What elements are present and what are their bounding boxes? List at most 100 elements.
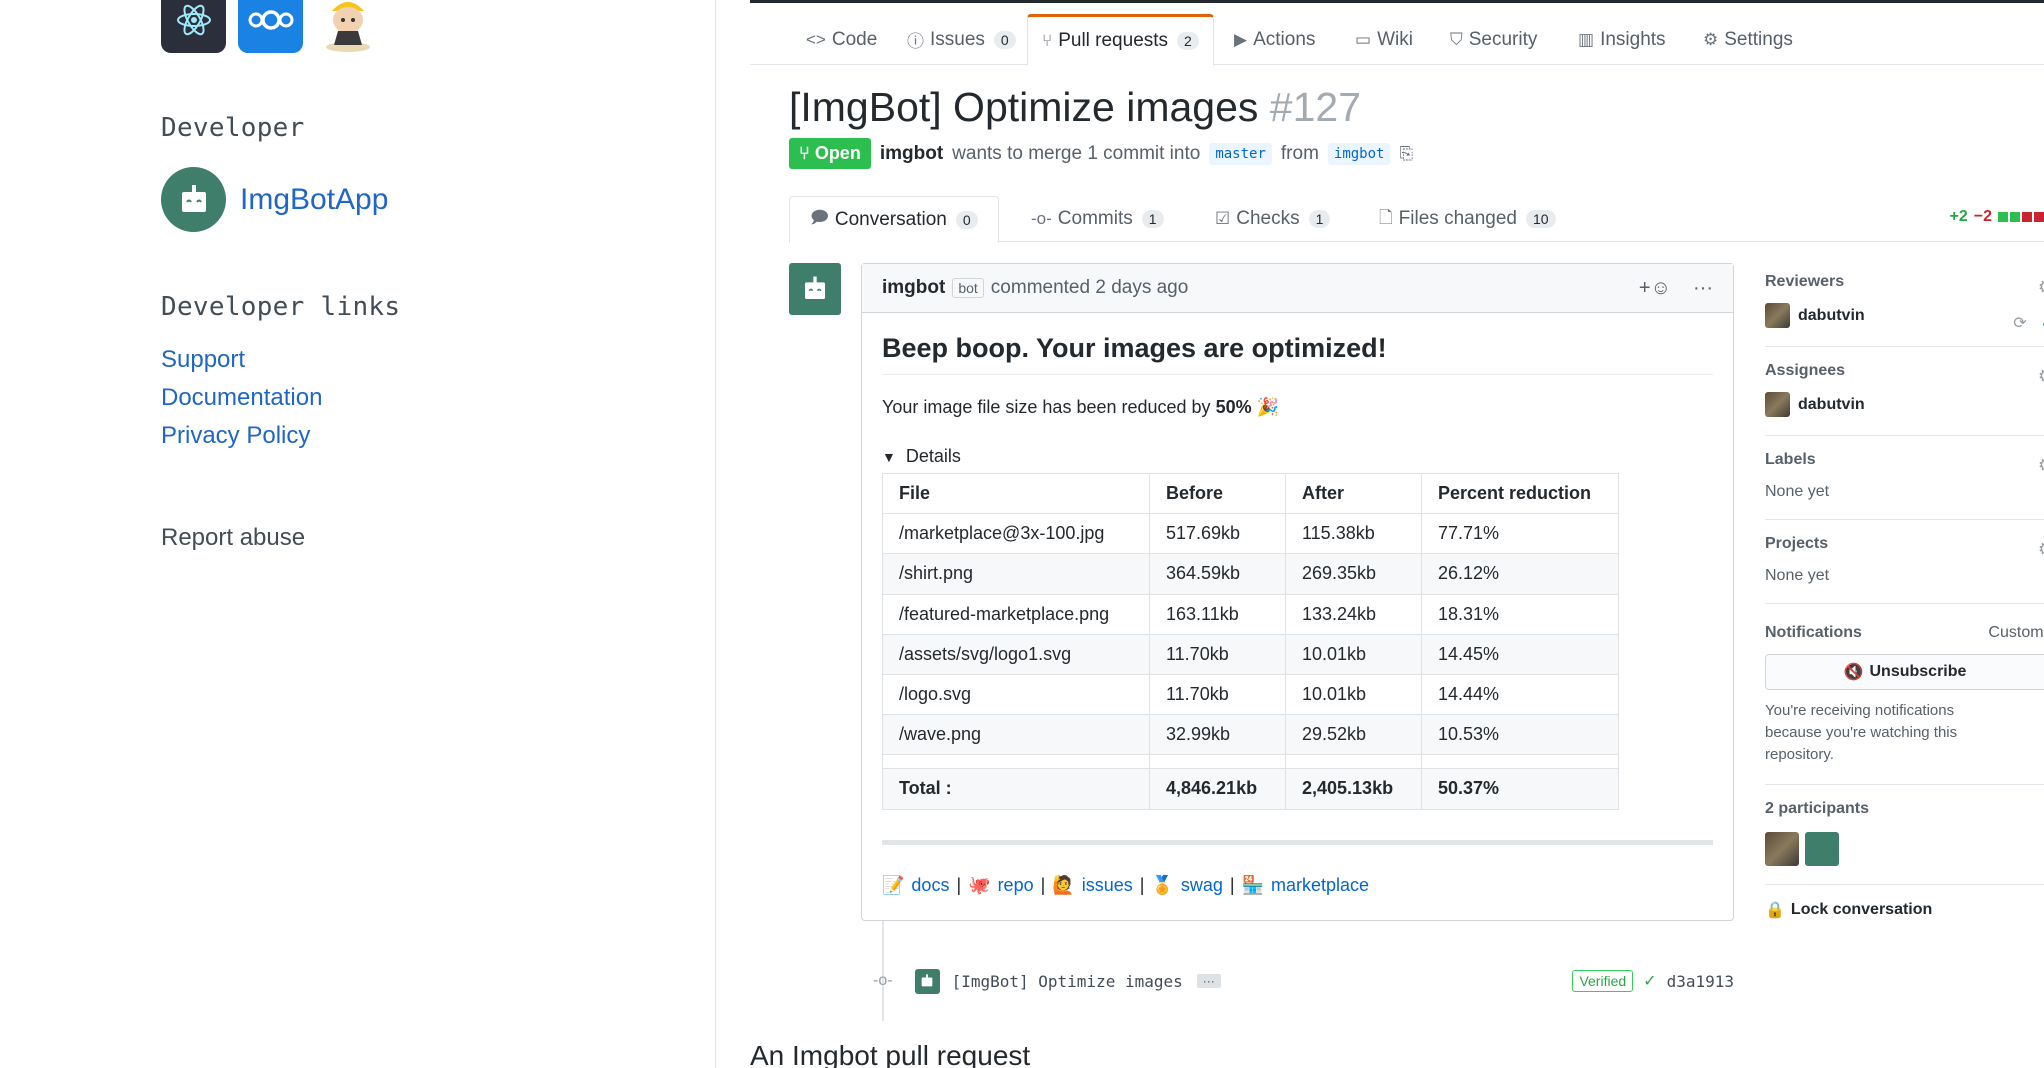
assignee[interactable]: dabutvin: [1765, 392, 2044, 417]
gear-icon: ⚙: [1703, 29, 1719, 49]
gear-icon[interactable]: ⚙: [2038, 366, 2044, 387]
bot-avatar[interactable]: [789, 263, 841, 315]
table-cell: /wave.png: [882, 714, 1150, 756]
table-cell: 163.11kb: [1149, 593, 1286, 635]
base-branch[interactable]: master: [1209, 142, 1272, 165]
tab-code[interactable]: <> Code: [806, 14, 877, 65]
tab-settings[interactable]: ⚙ Settings: [1703, 14, 1793, 65]
column-header: Percent reduction: [1421, 472, 1619, 515]
support-link[interactable]: Support: [161, 346, 245, 374]
labels-section: Labels ⚙ None yet: [1765, 451, 2044, 520]
gear-icon[interactable]: ⚙: [2038, 455, 2044, 476]
gear-icon[interactable]: ⚙: [2038, 539, 2044, 560]
bot-label: bot: [952, 278, 984, 298]
table-row: /featured-marketplace.png 163.11kb 133.24k…: [882, 593, 1619, 635]
pull-requests-count: 2: [1177, 32, 1199, 50]
swag-link[interactable]: swag: [1181, 875, 1223, 896]
marketplace-link[interactable]: marketplace: [1271, 875, 1369, 896]
checklist-icon: ☑: [1215, 209, 1231, 228]
gear-icon[interactable]: ⚙: [2038, 277, 2044, 298]
raising-hand-icon: 🙋: [1052, 874, 1075, 895]
developer-name-link[interactable]: ImgBotApp: [240, 183, 388, 217]
clipboard-icon[interactable]: ⎘: [1399, 144, 1413, 164]
tab-actions[interactable]: ▶ Actions: [1234, 14, 1315, 65]
table-cell: 50.37%: [1421, 768, 1619, 810]
diffstat-blocks: [1998, 212, 2044, 222]
developer-row[interactable]: ImgBotApp: [161, 167, 388, 232]
pr-author-link[interactable]: imgbot: [880, 143, 943, 165]
pr-title: [ImgBot] Optimize images #127: [789, 84, 1362, 130]
labels-value: None yet: [1765, 483, 1830, 500]
notifications-label: Notifications: [1765, 624, 1862, 641]
additions-count: +2: [1949, 208, 1968, 225]
table-row: /wave.png 32.99kb 29.52kb 10.53%: [882, 714, 1619, 756]
commit-message-link[interactable]: [ImgBot] Optimize images: [952, 972, 1183, 991]
table-cell: /assets/svg/logo1.svg: [882, 633, 1150, 675]
participant-avatar[interactable]: [1765, 832, 1799, 866]
from-text: from: [1280, 142, 1319, 164]
commit-sha-link[interactable]: d3a1913: [1667, 972, 1734, 991]
repo-link[interactable]: repo: [998, 875, 1034, 896]
docs-link[interactable]: docs: [911, 875, 949, 896]
comment-footer-links: 📝 docs | 🐙 repo | 🙋 issues | 🏅 swag | 🏪 …: [882, 874, 1370, 896]
octocat-app-icon[interactable]: [315, 0, 380, 53]
notification-note: You're receiving notifications because y…: [1765, 702, 1958, 763]
nextcloud-app-icon[interactable]: [238, 0, 303, 53]
unsubscribe-button[interactable]: 🔇 Unsubscribe: [1765, 654, 2044, 690]
expand-commit-button[interactable]: ···: [1196, 974, 1221, 988]
column-header: Before: [1149, 472, 1286, 515]
tab-files-changed[interactable]: 🗋 Files changed 10: [1379, 196, 1556, 242]
issues-count: 0: [993, 30, 1016, 49]
shield-icon: ⛉: [1450, 29, 1463, 49]
table-cell: 14.45%: [1421, 633, 1619, 675]
assignees-section: Assignees ⚙ dabutvin: [1765, 362, 2044, 436]
marketplace-sidebar: Developer ImgBotApp Developer links Supp…: [0, 0, 716, 1068]
play-icon: ▶: [1234, 29, 1248, 49]
participant-avatar[interactable]: [1805, 832, 1839, 866]
issues-link[interactable]: issues: [1082, 875, 1133, 896]
assignees-label[interactable]: Assignees: [1765, 362, 2044, 380]
tab-security[interactable]: ⛉ Security: [1450, 14, 1537, 65]
reviewer[interactable]: dabutvin: [1765, 303, 2044, 328]
table-cell: 14.44%: [1421, 673, 1619, 716]
tab-conversation[interactable]: 🗩 Conversation 0: [789, 196, 999, 243]
image-caption: An Imgbot pull request: [750, 1040, 1031, 1068]
triangle-down-icon: ▼: [882, 448, 896, 465]
more-options-icon[interactable]: ···: [1693, 277, 1713, 300]
pr-state-badge: ⑂ Open: [789, 138, 871, 169]
table-row: /shirt.png 364.59kb 269.35kb 26.12%: [882, 553, 1619, 595]
electron-app-icon[interactable]: [161, 0, 226, 53]
privacy-policy-link[interactable]: Privacy Policy: [161, 422, 310, 450]
refresh-icon[interactable]: ⟳: [2013, 313, 2026, 333]
tab-insights[interactable]: ▥ Insights: [1578, 14, 1666, 65]
report-abuse-link[interactable]: Report abuse: [161, 524, 305, 552]
projects-label[interactable]: Projects: [1765, 535, 2044, 553]
reviewers-label[interactable]: Reviewers: [1765, 273, 2044, 291]
tab-checks[interactable]: ☑ Checks 1: [1215, 196, 1331, 242]
app-icon-row: [161, 0, 380, 53]
labels-label[interactable]: Labels: [1765, 451, 2044, 469]
table-cell: /logo.svg: [882, 673, 1150, 716]
deletions-count: −2: [1973, 208, 1992, 225]
table-cell: 115.38kb: [1285, 513, 1422, 555]
lock-conversation-button[interactable]: 🔒 Lock conversation: [1765, 900, 2044, 920]
check-icon[interactable]: ✓: [1643, 971, 1656, 991]
tab-wiki[interactable]: ▭ Wiki: [1355, 14, 1413, 65]
comment-author-link[interactable]: imgbot: [882, 277, 945, 299]
customize-link[interactable]: Customize: [1988, 624, 2044, 642]
pull-request-screenshot: <> Code ⓘ Issues 0 ⑂ Pull requests 2 ▶ Actions…: [750, 0, 2044, 1068]
tab-pull-requests[interactable]: ⑂ Pull requests 2: [1027, 14, 1214, 66]
tab-commits[interactable]: -o- Commits 1: [1031, 196, 1164, 242]
details-toggle[interactable]: ▼ Details: [882, 446, 1713, 467]
tab-issues[interactable]: ⓘ Issues 0: [907, 14, 1016, 65]
add-reaction-icon[interactable]: +☺: [1639, 277, 1671, 300]
head-branch[interactable]: imgbot: [1327, 142, 1391, 165]
commit-author-avatar[interactable]: [914, 968, 940, 994]
pr-sidebar: Reviewers ⚙ dabutvin ⟳ ✓ Assignees ⚙ dabu…: [1765, 268, 2044, 920]
comment-time[interactable]: commented 2 days ago: [991, 277, 1189, 299]
documentation-link[interactable]: Documentation: [161, 384, 322, 412]
column-header: File: [882, 472, 1150, 515]
table-cell: 2,405.13kb: [1285, 768, 1422, 810]
participants-section: 2 participants: [1765, 800, 2044, 885]
verified-badge[interactable]: Verified: [1572, 970, 1634, 992]
